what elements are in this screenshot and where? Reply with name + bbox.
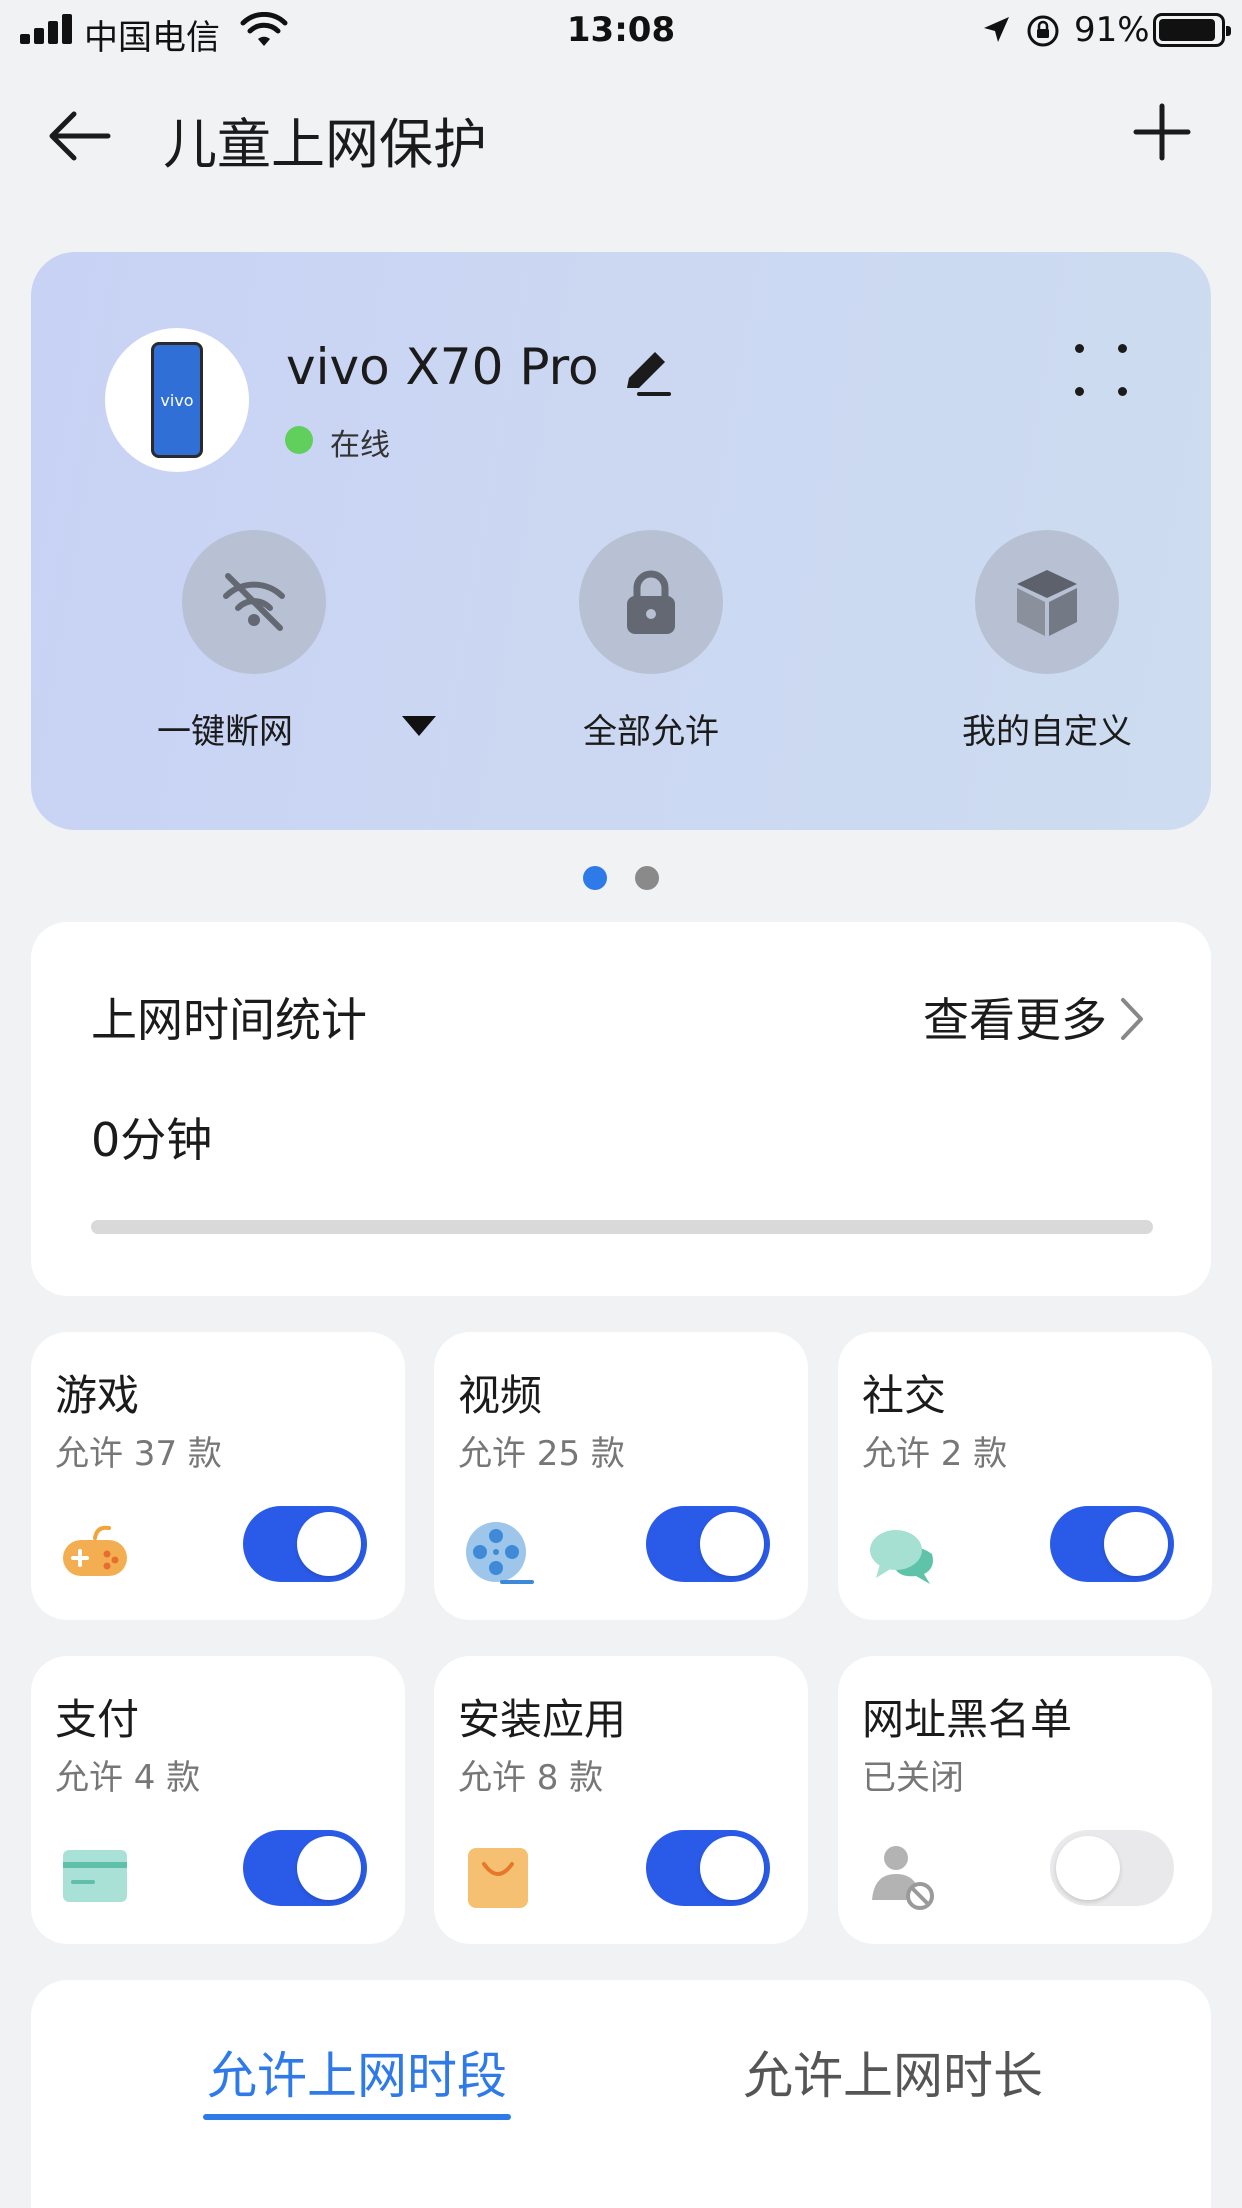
category-title: 网址黑名单 bbox=[862, 1695, 1073, 1744]
user-blocked-icon bbox=[872, 1846, 934, 1910]
status-bar: 中国电信 13:08 91% bbox=[0, 0, 1242, 62]
active-tab-indicator bbox=[203, 2114, 511, 2120]
cube-icon bbox=[1017, 570, 1077, 636]
pager-dot-active[interactable] bbox=[583, 866, 607, 890]
online-status-dot bbox=[285, 426, 313, 454]
phone-brand-text: vivo bbox=[160, 391, 194, 410]
allow-all-label: 全部允许 bbox=[583, 712, 719, 752]
device-name: vivo X70 Pro bbox=[286, 338, 599, 396]
rotation-lock-icon bbox=[1027, 15, 1059, 47]
more-options-icon[interactable] bbox=[1071, 340, 1131, 400]
social-toggle[interactable] bbox=[1050, 1506, 1174, 1582]
online-status-text: 在线 bbox=[330, 428, 390, 463]
category-tile-games[interactable]: 游戏 允许 37 款 bbox=[31, 1332, 405, 1620]
install-toggle[interactable] bbox=[646, 1830, 770, 1906]
games-toggle[interactable] bbox=[243, 1506, 367, 1582]
location-icon bbox=[984, 17, 1009, 42]
category-subtitle: 允许 37 款 bbox=[55, 1434, 222, 1474]
category-subtitle: 允许 25 款 bbox=[458, 1434, 625, 1474]
stats-title: 上网时间统计 bbox=[91, 993, 367, 1047]
category-title: 社交 bbox=[862, 1371, 947, 1420]
edit-name-icon[interactable] bbox=[619, 344, 673, 398]
category-tile-url-blacklist[interactable]: 网址黑名单 已关闭 bbox=[838, 1656, 1212, 1944]
cube-circle bbox=[975, 530, 1119, 674]
tab-allowed-periods[interactable]: 允许上网时段 bbox=[207, 2036, 507, 2108]
url-blacklist-toggle[interactable] bbox=[1050, 1830, 1174, 1906]
card-pager bbox=[0, 866, 1242, 890]
battery-percent: 91% bbox=[1074, 10, 1150, 50]
category-title: 游戏 bbox=[55, 1371, 140, 1420]
gamepad-icon bbox=[63, 1525, 127, 1576]
category-title: 支付 bbox=[55, 1695, 140, 1744]
battery-icon bbox=[1153, 13, 1231, 47]
category-tile-social[interactable]: 社交 允许 2 款 bbox=[838, 1332, 1212, 1620]
back-arrow-icon[interactable] bbox=[44, 100, 116, 172]
chevron-right-icon[interactable] bbox=[1115, 994, 1149, 1044]
wifi-off-circle bbox=[182, 530, 326, 674]
film-reel-icon bbox=[466, 1522, 534, 1584]
disconnect-all-label: 一键断网 bbox=[157, 712, 293, 752]
dropdown-caret-icon[interactable] bbox=[402, 716, 436, 736]
phone-image: vivo bbox=[151, 342, 203, 458]
category-subtitle: 允许 4 款 bbox=[55, 1758, 201, 1798]
custom-label: 我的自定义 bbox=[962, 712, 1132, 752]
disconnect-all-action[interactable]: 一键断网 bbox=[104, 530, 436, 770]
usage-progress-bar bbox=[91, 1220, 1153, 1234]
custom-action[interactable]: 我的自定义 bbox=[897, 530, 1197, 770]
usage-total: 0分钟 bbox=[91, 1113, 213, 1167]
category-tile-payment[interactable]: 支付 允许 4 款 bbox=[31, 1656, 405, 1944]
lock-circle bbox=[579, 530, 723, 674]
wifi-off-icon bbox=[223, 573, 285, 631]
chat-bubbles-icon bbox=[870, 1530, 933, 1584]
card-icon bbox=[63, 1850, 127, 1902]
category-subtitle: 已关闭 bbox=[862, 1758, 964, 1798]
tab-allowed-duration[interactable]: 允许上网时长 bbox=[743, 2036, 1043, 2108]
view-more-link[interactable]: 查看更多 bbox=[923, 984, 1107, 1050]
usage-stats-card: 上网时间统计 查看更多 0分钟 bbox=[31, 922, 1211, 1296]
time-limit-card: 允许上网时段 允许上网时长 bbox=[31, 1980, 1211, 2208]
pager-dot[interactable] bbox=[635, 866, 659, 890]
category-title: 视频 bbox=[458, 1371, 543, 1420]
device-avatar: vivo bbox=[105, 328, 249, 472]
page-title: 儿童上网保护 bbox=[163, 113, 487, 176]
add-device-button[interactable] bbox=[1130, 100, 1194, 164]
video-toggle[interactable] bbox=[646, 1506, 770, 1582]
category-subtitle: 允许 2 款 bbox=[862, 1434, 1008, 1474]
category-tile-install[interactable]: 安装应用 允许 8 款 bbox=[434, 1656, 808, 1944]
payment-toggle[interactable] bbox=[243, 1830, 367, 1906]
device-card: vivo vivo X70 Pro 在线 一键断网 全部允许 我的自定义 bbox=[31, 252, 1211, 830]
category-title: 安装应用 bbox=[458, 1695, 627, 1744]
lock-icon bbox=[627, 570, 675, 634]
shopping-bag-icon bbox=[468, 1848, 528, 1908]
category-tile-video[interactable]: 视频 允许 25 款 bbox=[434, 1332, 808, 1620]
allow-all-action[interactable]: 全部允许 bbox=[501, 530, 801, 770]
category-subtitle: 允许 8 款 bbox=[458, 1758, 604, 1798]
